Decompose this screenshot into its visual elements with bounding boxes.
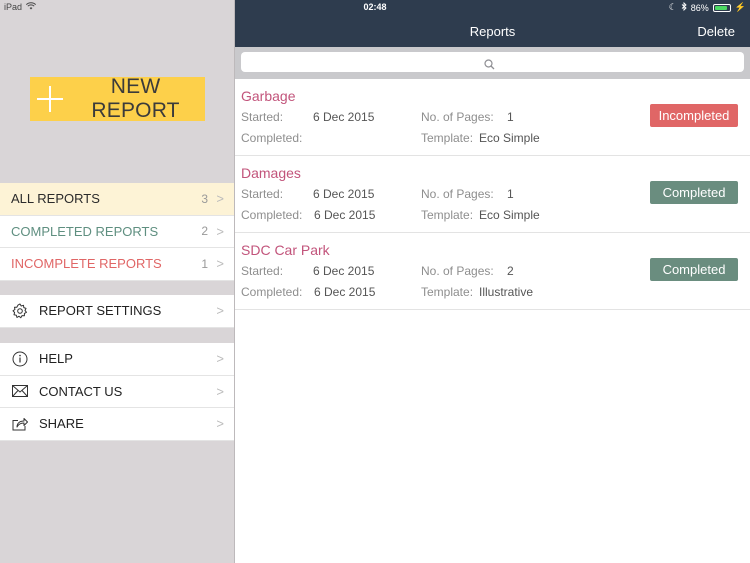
- started-value: 6 Dec 2015: [313, 110, 375, 124]
- status-badge: Completed: [650, 181, 738, 204]
- template-value: Eco Simple: [479, 131, 540, 145]
- report-row[interactable]: SDC Car Park Started: 6 Dec 2015 Complet…: [235, 233, 750, 310]
- chevron-right-icon: >: [216, 383, 224, 399]
- template-value: Eco Simple: [479, 208, 540, 222]
- report-name: Garbage: [241, 88, 296, 104]
- sidebar-item-label: REPORT SETTINGS: [39, 303, 162, 319]
- search-icon: [484, 57, 496, 70]
- chevron-right-icon: >: [216, 256, 224, 272]
- started-value: 6 Dec 2015: [313, 264, 375, 278]
- moon-icon: ☾: [668, 2, 677, 12]
- started-field: Started: 6 Dec 2015: [241, 187, 374, 201]
- charging-icon: ⚡: [734, 2, 746, 12]
- pages-value: 1: [507, 110, 514, 124]
- completed-field: Completed: 6 Dec 2015: [241, 208, 375, 222]
- status-bar: iPad 02:48 ☾ 86% ⚡: [0, 0, 750, 16]
- battery-percent: 86%: [690, 2, 709, 13]
- started-label: Started:: [241, 187, 284, 201]
- sidebar-item-count: 1: [201, 256, 208, 271]
- settings-menu: REPORT SETTINGS >: [0, 295, 234, 328]
- completed-label: Completed:: [241, 131, 303, 145]
- page-title: Reports: [469, 24, 516, 39]
- template-field: Template: Illustrative: [421, 285, 533, 299]
- report-row[interactable]: Damages Started: 6 Dec 2015 Completed: 6…: [235, 156, 750, 233]
- started-label: Started:: [241, 110, 284, 124]
- new-report-button[interactable]: NEW REPORT: [30, 75, 205, 122]
- status-time: 02:48: [363, 2, 387, 12]
- pages-field: No. of Pages: 2: [421, 264, 514, 278]
- status-badge: Incompleted: [650, 104, 738, 127]
- completed-field: Completed: 6 Dec 2015: [241, 285, 375, 299]
- pages-label: No. of Pages:: [421, 264, 494, 278]
- bluetooth-icon: [681, 1, 687, 13]
- pages-label: No. of Pages:: [421, 110, 494, 124]
- completed-label: Completed:: [241, 208, 303, 222]
- started-field: Started: 6 Dec 2015: [241, 110, 374, 124]
- pages-field: No. of Pages: 1: [421, 187, 514, 201]
- report-name: Damages: [241, 165, 301, 181]
- sidebar-item-label: COMPLETED REPORTS: [11, 223, 159, 239]
- sidebar-item-completed-reports[interactable]: COMPLETED REPORTS 2 >: [0, 215, 234, 248]
- sidebar: NEW REPORT ALL REPORTS 3 > COMPLETED REP…: [0, 0, 235, 563]
- sidebar-item-label: SHARE: [39, 416, 84, 432]
- sidebar-item-label: CONTACT US: [39, 383, 123, 399]
- completed-label: Completed:: [241, 285, 303, 299]
- share-icon: [11, 415, 29, 433]
- sidebar-item-count: 3: [201, 191, 208, 206]
- pages-label: No. of Pages:: [421, 187, 494, 201]
- sidebar-item-count: 2: [201, 224, 208, 239]
- started-label: Started:: [241, 264, 284, 278]
- status-badge: Completed: [650, 258, 738, 281]
- sidebar-item-label: HELP: [39, 351, 73, 367]
- battery-icon: [712, 3, 731, 12]
- info-icon: [11, 350, 29, 368]
- envelope-icon: [11, 382, 29, 400]
- plus-icon: [37, 86, 64, 112]
- pages-field: No. of Pages: 1: [421, 110, 514, 124]
- sidebar-item-report-settings[interactable]: REPORT SETTINGS >: [0, 295, 234, 328]
- main-panel: Reports Delete Garbage Started: 6 Dec 20…: [235, 0, 750, 563]
- report-name: SDC Car Park: [241, 242, 330, 258]
- support-menu: HELP > CONTACT US > SHARE >: [0, 343, 234, 441]
- completed-value: 6 Dec 2015: [314, 208, 376, 222]
- sidebar-item-label: INCOMPLETE REPORTS: [11, 256, 162, 272]
- chevron-right-icon: >: [216, 223, 224, 239]
- gear-icon: [11, 302, 29, 320]
- template-label: Template:: [421, 208, 474, 222]
- reports-menu: ALL REPORTS 3 > COMPLETED REPORTS 2 > IN…: [0, 183, 234, 281]
- sidebar-item-help[interactable]: HELP >: [0, 343, 234, 376]
- started-field: Started: 6 Dec 2015: [241, 264, 374, 278]
- started-value: 6 Dec 2015: [313, 187, 375, 201]
- new-report-label: NEW REPORT: [91, 75, 180, 122]
- sidebar-item-label: ALL REPORTS: [11, 191, 100, 207]
- sidebar-item-contact-us[interactable]: CONTACT US >: [0, 375, 234, 408]
- pages-value: 1: [507, 187, 514, 201]
- chevron-right-icon: >: [216, 416, 224, 432]
- template-field: Template: Eco Simple: [421, 131, 540, 145]
- completed-value: 6 Dec 2015: [314, 285, 376, 299]
- completed-field: Completed:: [241, 131, 302, 145]
- report-list: Garbage Started: 6 Dec 2015 Completed: N…: [235, 79, 750, 310]
- template-label: Template:: [421, 285, 474, 299]
- chevron-right-icon: >: [216, 351, 224, 367]
- chevron-right-icon: >: [216, 191, 224, 207]
- sidebar-item-incomplete-reports[interactable]: INCOMPLETE REPORTS 1 >: [0, 248, 234, 281]
- template-field: Template: Eco Simple: [421, 208, 540, 222]
- delete-button[interactable]: Delete: [697, 24, 735, 39]
- sidebar-item-share[interactable]: SHARE >: [0, 408, 234, 441]
- template-value: Illustrative: [479, 285, 534, 299]
- template-label: Template:: [421, 131, 474, 145]
- pages-value: 2: [507, 264, 514, 278]
- chevron-right-icon: >: [216, 303, 224, 319]
- status-bar-right: ☾ 86% ⚡: [668, 1, 746, 13]
- report-row[interactable]: Garbage Started: 6 Dec 2015 Completed: N…: [235, 79, 750, 156]
- sidebar-item-all-reports[interactable]: ALL REPORTS 3 >: [0, 183, 234, 216]
